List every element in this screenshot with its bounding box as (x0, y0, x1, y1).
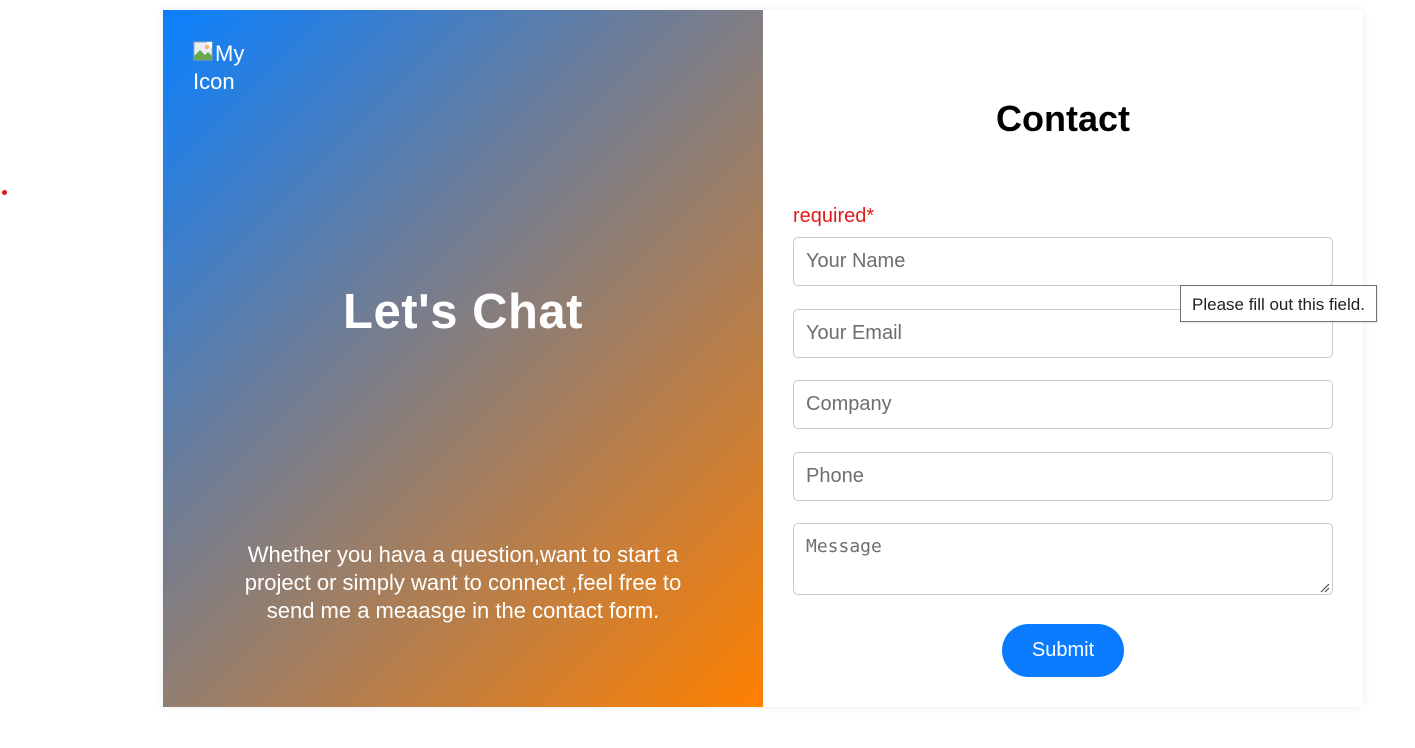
lets-chat-heading: Let's Chat (343, 285, 583, 339)
form-panel: Contact required* Submit (763, 10, 1363, 707)
required-label: required* (793, 205, 875, 227)
resize-grip-icon[interactable] (1318, 580, 1330, 593)
submit-button[interactable]: Submit (1002, 624, 1124, 677)
stray-dot (2, 190, 7, 195)
broken-image-icon (193, 41, 215, 63)
validation-tooltip-text: Please fill out this field. (1192, 295, 1365, 314)
phone-input[interactable] (793, 452, 1333, 501)
company-input[interactable] (793, 380, 1333, 429)
name-input[interactable] (793, 237, 1333, 286)
validation-tooltip: Please fill out this field. (1180, 285, 1377, 322)
intro-blurb: Whether you hava a question,want to star… (244, 542, 682, 623)
contact-title: Contact (996, 98, 1130, 139)
contact-card: My Icon Let's Chat Whether you hava a qu… (163, 10, 1363, 707)
message-textarea[interactable] (793, 523, 1333, 595)
my-icon-image: My Icon (193, 40, 273, 96)
left-panel: My Icon Let's Chat Whether you hava a qu… (163, 10, 763, 707)
